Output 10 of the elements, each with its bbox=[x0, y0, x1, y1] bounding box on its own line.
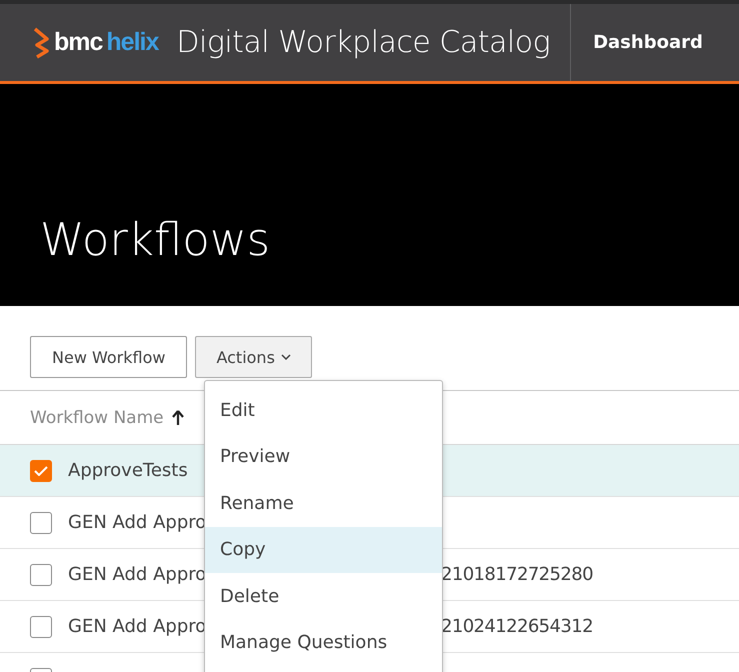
workflow-name-fragment: 21018172725280 bbox=[441, 564, 593, 585]
workflow-name-fragment: 21024122654312 bbox=[441, 616, 593, 637]
workflow-name: GEN Add Appro bbox=[68, 564, 203, 585]
app-title: Digital Workplace Catalog bbox=[176, 25, 550, 60]
logo-product-text: helix bbox=[106, 28, 158, 57]
workflow-name: GEN Add Appro bbox=[68, 512, 203, 533]
workflow-name: GEN Add Appro bbox=[68, 616, 203, 637]
logo-brand-text: bmc bbox=[54, 28, 102, 57]
workflow-name: ApproveTests bbox=[68, 460, 189, 481]
page-title: Workflows bbox=[40, 213, 270, 266]
